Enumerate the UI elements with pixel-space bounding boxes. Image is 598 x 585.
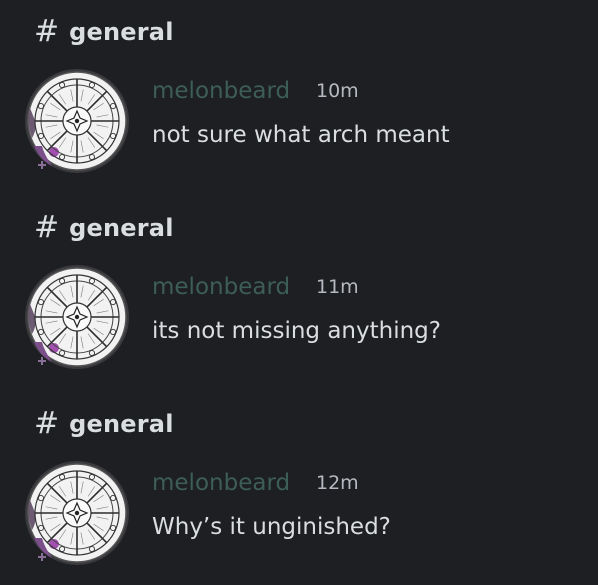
hash-icon: # (34, 210, 60, 245)
hash-icon: # (34, 406, 60, 441)
timestamp: 12m (316, 472, 359, 494)
avatar[interactable] (24, 68, 130, 174)
channel-name: general (69, 18, 174, 46)
avatar[interactable] (24, 264, 130, 370)
username[interactable]: melonbeard (152, 274, 290, 300)
message-group: # general melonbeard 10m not sure what a… (0, 0, 598, 173)
channel-name: general (69, 214, 174, 242)
message-group: # general melonbeard 12m Why’s it ungini… (0, 392, 598, 565)
message-group: # general melonbeard 11m its not missing… (0, 196, 598, 369)
message-text: Why’s it unginished? (152, 514, 391, 540)
channel-link[interactable]: # general (34, 210, 174, 246)
username[interactable]: melonbeard (152, 78, 290, 104)
timestamp: 11m (316, 276, 359, 298)
channel-link[interactable]: # general (34, 14, 174, 50)
hash-icon: # (34, 14, 60, 49)
channel-link[interactable]: # general (34, 406, 174, 442)
message-text: not sure what arch meant (152, 122, 450, 148)
avatar[interactable] (24, 460, 130, 566)
message-text: its not missing anything? (152, 318, 441, 344)
message-feed: # general melonbeard 10m not sure what a… (0, 0, 598, 585)
timestamp: 10m (316, 80, 359, 102)
channel-name: general (69, 410, 174, 438)
username[interactable]: melonbeard (152, 470, 290, 496)
